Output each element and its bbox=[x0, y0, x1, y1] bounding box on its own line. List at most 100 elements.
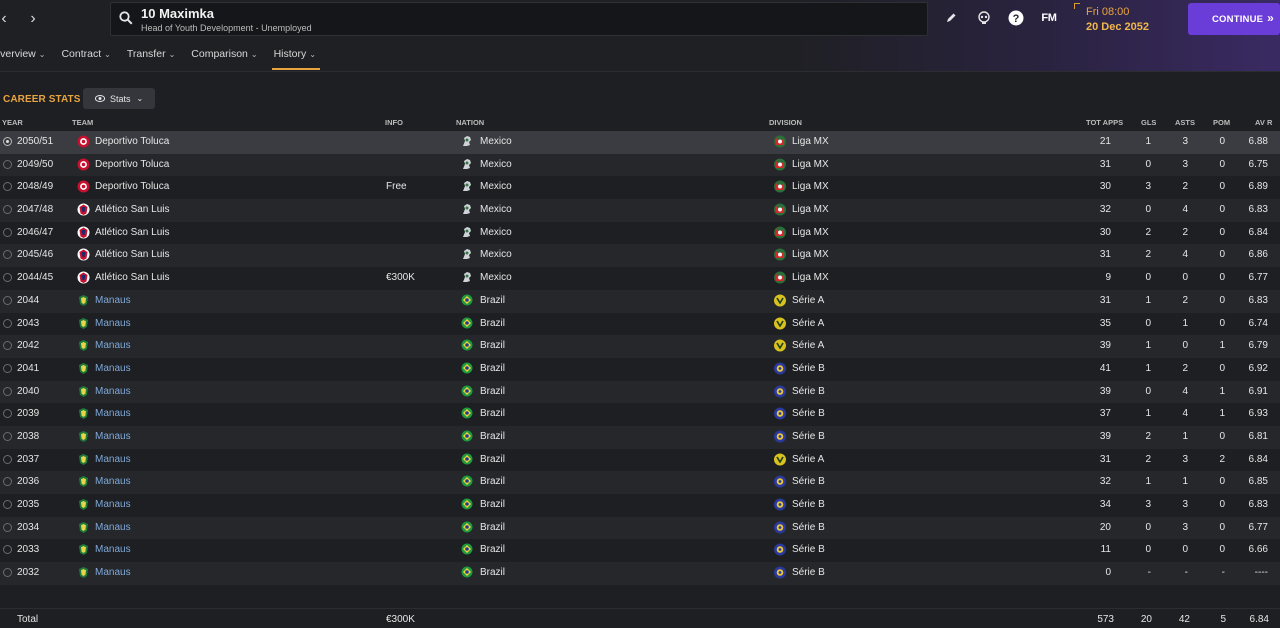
nation-name: Brazil bbox=[480, 453, 506, 465]
row-select-radio[interactable] bbox=[3, 341, 12, 351]
row-select-radio[interactable] bbox=[3, 182, 12, 192]
row-select-radio[interactable] bbox=[3, 295, 12, 305]
team-name[interactable]: Manaus bbox=[95, 340, 131, 352]
team-name[interactable]: Manaus bbox=[95, 295, 131, 307]
col-nation[interactable]: NATION bbox=[456, 118, 484, 127]
toluca-badge-icon bbox=[77, 158, 90, 171]
tab-contract[interactable]: Contract ⌄ bbox=[61, 44, 110, 68]
team-name[interactable]: Manaus bbox=[95, 363, 131, 375]
pom-value: 0 bbox=[1219, 272, 1225, 284]
row-select-radio[interactable] bbox=[3, 363, 12, 373]
row-select-radio[interactable] bbox=[3, 250, 12, 260]
table-row[interactable]: 2040 Manaus Brazil Série B 39 0 4 1 6.91 bbox=[0, 380, 1280, 404]
col-gls[interactable]: GLS bbox=[1141, 118, 1156, 127]
team-name[interactable]: Manaus bbox=[95, 408, 131, 420]
col-pom[interactable]: POM bbox=[1213, 118, 1230, 127]
row-select-radio[interactable] bbox=[3, 205, 12, 215]
tab-comparison[interactable]: Comparison ⌄ bbox=[191, 44, 257, 68]
row-select-radio[interactable] bbox=[3, 477, 12, 487]
tot-apps-value: 20 bbox=[1099, 521, 1111, 533]
table-row[interactable]: 2038 Manaus Brazil Série B 39 2 1 0 6.81 bbox=[0, 425, 1280, 449]
row-select-radio[interactable] bbox=[3, 273, 12, 283]
table-row[interactable]: 2044 Manaus Brazil Série A 31 1 2 0 6.83 bbox=[0, 289, 1280, 313]
table-row[interactable]: 2046/47 Atlético San Luis Mexico Liga MX 30 2… bbox=[0, 222, 1280, 245]
team-name[interactable]: Manaus bbox=[95, 522, 131, 534]
row-select-radio[interactable] bbox=[3, 409, 12, 419]
team-name[interactable]: Manaus bbox=[95, 318, 131, 330]
fm-logo[interactable]: FM bbox=[1040, 9, 1058, 27]
table-row[interactable]: 2044/45 Atlético San Luis €300K Mexico Liga … bbox=[0, 267, 1280, 290]
table-row[interactable]: 2037 Manaus Brazil Série A 31 2 3 2 6.84 bbox=[0, 449, 1280, 472]
col-asts[interactable]: ASTS bbox=[1175, 118, 1195, 127]
continue-button[interactable]: CONTINUE » bbox=[1188, 3, 1280, 35]
double-chevron-right-icon: » bbox=[1267, 11, 1274, 25]
table-row[interactable]: 2049/50 Deportivo Toluca Mexico Liga MX 31 0 3… bbox=[0, 153, 1280, 177]
col-year[interactable]: YEAR bbox=[2, 118, 23, 127]
nation-name: Mexico bbox=[480, 158, 512, 170]
table-row[interactable]: 2043 Manaus Brazil Série A 35 0 1 0 6.74 bbox=[0, 313, 1280, 336]
table-row[interactable]: 2035 Manaus Brazil Série B 34 3 3 0 6.83 bbox=[0, 494, 1280, 517]
table-row[interactable]: 2041 Manaus Brazil Série B 41 1 2 0 6.92 bbox=[0, 358, 1280, 381]
col-division[interactable]: DIVISION bbox=[769, 118, 802, 127]
season-year: 2033 bbox=[17, 544, 40, 556]
team-name[interactable]: Manaus bbox=[95, 544, 131, 556]
forward-arrow-icon[interactable]: › bbox=[23, 9, 43, 29]
team-name[interactable]: Manaus bbox=[95, 454, 131, 466]
row-select-radio[interactable] bbox=[3, 454, 12, 464]
avr-value: 6.84 bbox=[1248, 453, 1268, 465]
pom-value: 0 bbox=[1219, 362, 1225, 374]
col-tot-apps[interactable]: TOT APPS bbox=[1086, 118, 1123, 127]
table-row[interactable]: 2047/48 Atlético San Luis Mexico Liga MX 32 0… bbox=[0, 199, 1280, 222]
team-name[interactable]: Manaus bbox=[95, 386, 131, 398]
asts-value: 1 bbox=[1182, 476, 1188, 488]
gls-value: 2 bbox=[1145, 226, 1151, 238]
edit-pencil-icon[interactable] bbox=[942, 9, 960, 27]
row-select-radio[interactable] bbox=[3, 568, 12, 578]
table-row[interactable]: 2039 Manaus Brazil Série B 37 1 4 1 6.93 bbox=[0, 403, 1280, 426]
tab-overview[interactable]: Overview⌄ bbox=[0, 44, 45, 68]
row-select-radio[interactable] bbox=[3, 522, 12, 532]
table-row[interactable]: 2048/49 Deportivo Toluca Free Mexico Liga MX… bbox=[0, 176, 1280, 199]
table-row[interactable]: 2036 Manaus Brazil Série B 32 1 1 0 6.85 bbox=[0, 471, 1280, 494]
table-row[interactable]: 2033 Manaus Brazil Série B 11 0 0 0 6.66 bbox=[0, 539, 1280, 562]
table-row[interactable]: 2032 Manaus Brazil Série B 0- - - ---- bbox=[0, 562, 1280, 585]
help-icon[interactable]: ? bbox=[1007, 9, 1025, 27]
col-avr[interactable]: AV R bbox=[1255, 118, 1272, 127]
col-team[interactable]: TEAM bbox=[72, 118, 93, 127]
team-name[interactable]: Manaus bbox=[95, 499, 131, 511]
game-date[interactable]: Fri 08:00 20 Dec 2052 bbox=[1074, 3, 1174, 36]
row-select-radio[interactable] bbox=[3, 500, 12, 509]
col-info[interactable]: INFO bbox=[385, 118, 403, 127]
tab-history[interactable]: History ⌄ bbox=[271, 44, 321, 70]
asts-value: 3 bbox=[1182, 453, 1188, 465]
back-arrow-icon[interactable]: ‹ bbox=[0, 9, 14, 29]
team-name[interactable]: Manaus bbox=[95, 476, 131, 488]
division-name: Liga MX bbox=[792, 181, 829, 193]
section-title: CAREER STATS bbox=[3, 94, 81, 105]
serie-b-logo-icon bbox=[773, 521, 786, 534]
table-row[interactable]: 2050/51 Deportivo Toluca Mexico Liga MX 21 1 3… bbox=[0, 131, 1280, 154]
table-row[interactable]: 2042 Manaus Brazil Série A 39 1 0 1 6.79 bbox=[0, 335, 1280, 358]
row-select-radio[interactable] bbox=[3, 227, 12, 237]
table-row[interactable]: 2034 Manaus Brazil Série B 20 0 3 0 6.77 bbox=[0, 516, 1280, 540]
manaus-badge-icon bbox=[77, 453, 90, 466]
avr-value: 6.93 bbox=[1248, 408, 1268, 420]
division-name: Liga MX bbox=[792, 158, 829, 170]
player-search-box[interactable]: 10 Maximka Head of Youth Development - U… bbox=[110, 2, 928, 36]
stats-view-button[interactable]: Stats ⌄ bbox=[83, 88, 155, 109]
tab-transfer[interactable]: Transfer ⌄ bbox=[127, 44, 175, 68]
avr-value: 6.83 bbox=[1248, 204, 1268, 216]
row-select-radio[interactable] bbox=[3, 159, 12, 169]
row-select-radio[interactable] bbox=[3, 386, 12, 396]
skull-icon[interactable] bbox=[975, 9, 993, 27]
row-select-radio[interactable] bbox=[3, 431, 12, 441]
team-name[interactable]: Manaus bbox=[95, 567, 131, 579]
row-select-radio[interactable] bbox=[3, 318, 12, 328]
row-select-radio[interactable] bbox=[3, 545, 12, 555]
nation-name: Brazil bbox=[480, 430, 506, 442]
season-year: 2038 bbox=[17, 430, 40, 442]
team-name[interactable]: Manaus bbox=[95, 431, 131, 443]
table-row[interactable]: 2045/46 Atlético San Luis Mexico Liga MX 31 2… bbox=[0, 244, 1280, 268]
nation-name: Mexico bbox=[480, 204, 512, 216]
row-select-radio[interactable] bbox=[3, 137, 12, 146]
